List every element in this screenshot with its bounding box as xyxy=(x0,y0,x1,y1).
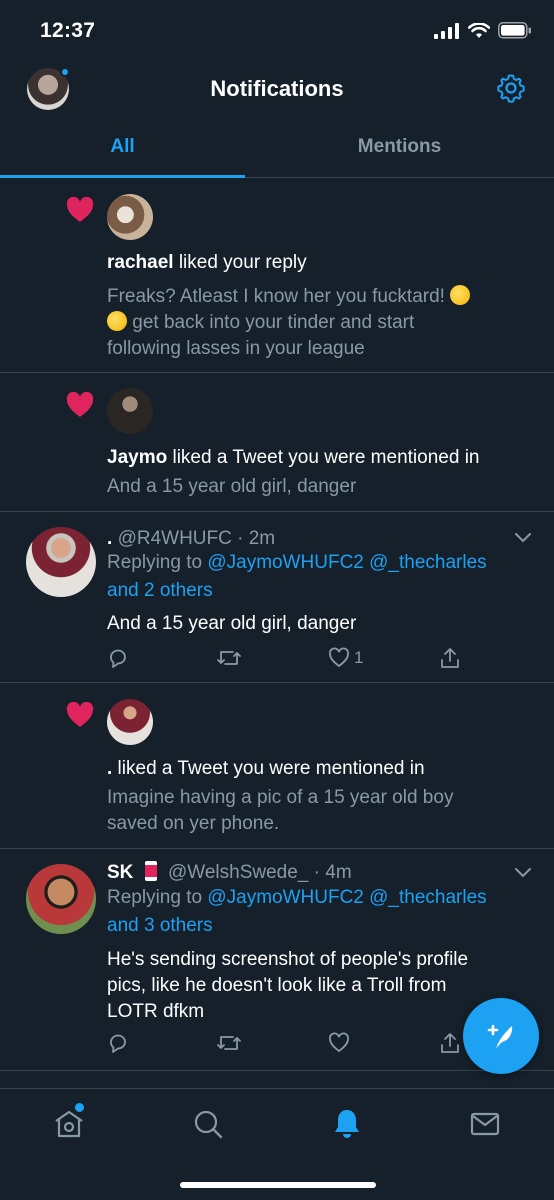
replying-others[interactable]: and 3 others xyxy=(107,913,524,939)
handle[interactable]: @R4WHUFC xyxy=(118,528,232,549)
tweet-preview: Freaks? Atleast I know her you fucktard! xyxy=(107,284,524,310)
header: Notifications xyxy=(0,60,554,116)
like-icon xyxy=(329,647,349,668)
heart-icon xyxy=(66,197,94,222)
home-indicator[interactable] xyxy=(180,1182,376,1188)
battery-icon xyxy=(498,22,531,39)
retweet-icon xyxy=(217,651,241,665)
like-button[interactable] xyxy=(328,1032,350,1054)
tab-mentions[interactable]: Mentions xyxy=(277,124,522,178)
display-name[interactable]: SK xyxy=(107,862,133,883)
grinning-sweat-emoji xyxy=(450,285,471,305)
tweet-preview: And a 15 year old girl, danger xyxy=(107,476,357,497)
tweet-preview: following lasses in your league xyxy=(107,338,365,359)
share-button[interactable] xyxy=(439,1032,461,1054)
tweet-item[interactable]: . @R4WHUFC · 2m Replying to @JaymoWHUFC2… xyxy=(0,512,554,683)
notification-item[interactable]: Jaymo liked a Tweet you were mentioned i… xyxy=(0,373,554,512)
tweet-actions: 1 xyxy=(107,647,467,673)
reply-button[interactable] xyxy=(107,1032,129,1054)
reply-button[interactable] xyxy=(107,647,129,669)
home-icon[interactable] xyxy=(52,1107,86,1141)
replying-others[interactable]: and 2 others xyxy=(107,578,524,604)
reply-icon xyxy=(110,649,126,668)
tweet-header: . @R4WHUFC · 2m xyxy=(107,526,524,552)
like-count: 1 xyxy=(354,648,364,667)
wifi-icon xyxy=(468,22,490,38)
tweet-text: And a 15 year old girl, danger xyxy=(107,613,357,634)
user-name[interactable]: rachael xyxy=(107,252,174,273)
action-text: liked your reply xyxy=(173,252,307,273)
replying-to: Replying to @JaymoWHUFC2 @_thecharles xyxy=(107,552,487,573)
compose-tweet-button[interactable] xyxy=(463,998,539,1074)
avatar[interactable] xyxy=(26,527,96,597)
retweet-icon xyxy=(217,1036,241,1050)
notification-item[interactable]: . liked a Tweet you were mentioned in Im… xyxy=(0,683,554,849)
action-text: liked a Tweet you were mentioned in xyxy=(112,758,425,779)
page-title: Notifications xyxy=(210,76,344,101)
tweet-text: pics, like he doesn't look like a Troll … xyxy=(107,975,447,996)
notification-item[interactable]: rachael liked your reply Freaks? Atleast… xyxy=(0,179,554,373)
search-icon[interactable] xyxy=(191,1107,225,1141)
display-name[interactable]: . xyxy=(107,528,112,549)
chevron-down-icon[interactable] xyxy=(514,532,532,544)
like-icon xyxy=(329,1032,349,1053)
mention-links[interactable]: @JaymoWHUFC2 @_thecharles xyxy=(207,887,486,908)
status-bar: 12:37 xyxy=(0,0,554,60)
signal-icon xyxy=(434,22,459,39)
gear-icon[interactable] xyxy=(496,73,526,103)
avatar[interactable] xyxy=(26,864,96,934)
share-icon xyxy=(441,1033,459,1053)
heart-icon xyxy=(66,702,94,727)
chevron-down-icon[interactable] xyxy=(514,867,532,879)
replying-to: Replying to @JaymoWHUFC2 @_thecharles xyxy=(107,887,487,908)
notification-text: Jaymo liked a Tweet you were mentioned i… xyxy=(107,445,524,471)
mail-icon[interactable] xyxy=(468,1107,502,1141)
share-icon xyxy=(441,648,459,668)
timestamp: · 4m xyxy=(313,862,352,883)
tweet-preview: get back into your tinder and start xyxy=(107,310,524,336)
tweet-preview: Imagine having a pic of a 15 year old bo… xyxy=(107,787,454,808)
bell-icon[interactable] xyxy=(330,1107,364,1141)
mention-links[interactable]: @JaymoWHUFC2 @_thecharles xyxy=(207,552,486,573)
tweet-actions xyxy=(107,1032,467,1058)
timestamp: · 2m xyxy=(237,528,276,549)
grinning-sweat-emoji xyxy=(107,311,127,331)
notification-text: . liked a Tweet you were mentioned in xyxy=(107,756,524,782)
tab-all[interactable]: All xyxy=(0,124,245,178)
reply-icon xyxy=(110,1034,126,1053)
tweet-preview: saved on yer phone. xyxy=(107,813,280,834)
heart-icon xyxy=(66,392,94,417)
avatar[interactable] xyxy=(107,194,153,240)
compose-icon xyxy=(487,1024,513,1049)
like-button[interactable]: 1 xyxy=(328,647,363,669)
retweet-button[interactable] xyxy=(216,1032,242,1054)
avatar[interactable] xyxy=(107,388,153,434)
action-text: liked a Tweet you were mentioned in xyxy=(167,447,480,468)
tweet-text: He's sending screenshot of people's prof… xyxy=(107,949,469,970)
user-name[interactable]: Jaymo xyxy=(107,447,167,468)
share-button[interactable] xyxy=(439,647,461,669)
notification-text: rachael liked your reply xyxy=(107,250,524,276)
status-icons xyxy=(434,22,532,39)
tweet-text: LOTR dfkm xyxy=(107,1001,205,1022)
status-time: 12:37 xyxy=(40,19,96,42)
tweet-header: SK @WelshSwede_ · 4m xyxy=(107,860,524,886)
notification-tabs: All Mentions xyxy=(0,124,554,178)
home-unread-dot xyxy=(75,1103,84,1112)
retweet-button[interactable] xyxy=(216,647,242,669)
avatar[interactable] xyxy=(107,699,153,745)
drink-emoji xyxy=(144,861,157,881)
handle[interactable]: @WelshSwede_ xyxy=(168,862,308,883)
